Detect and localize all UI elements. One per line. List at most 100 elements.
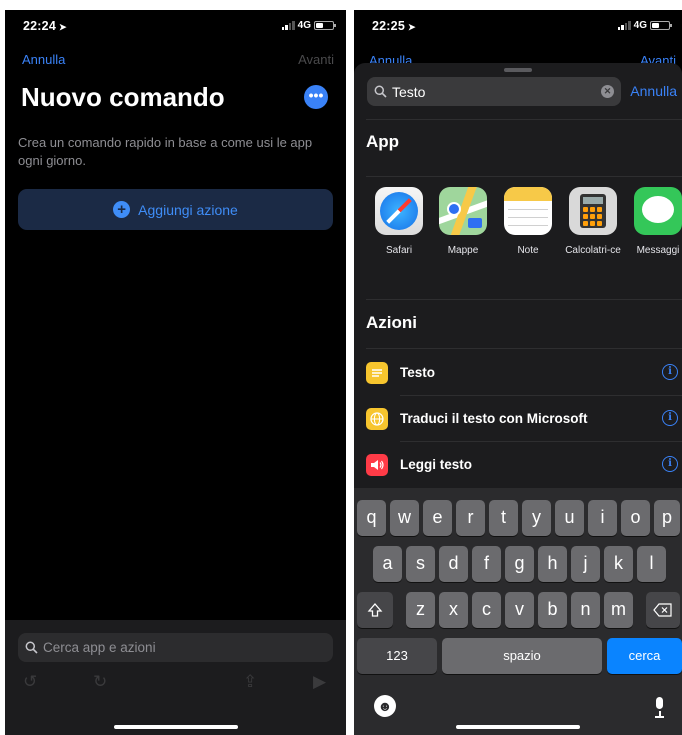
key-p[interactable]: p <box>654 500 680 536</box>
microphone-icon[interactable] <box>654 697 664 718</box>
app-label: Note <box>517 245 539 256</box>
app-maps[interactable]: Mappe <box>433 187 493 257</box>
apps-section-title: App <box>366 132 400 151</box>
next-button[interactable]: Avanti <box>298 52 334 67</box>
key-a[interactable]: a <box>373 546 402 582</box>
search-key[interactable]: cerca <box>607 638 682 674</box>
key-r[interactable]: r <box>456 500 485 536</box>
status-bar: 22:24 ➤ 4G <box>5 10 346 46</box>
cellular-signal-icon <box>281 21 295 30</box>
space-key[interactable]: spazio <box>442 638 602 674</box>
key-o[interactable]: o <box>621 500 650 536</box>
sheet-grabber[interactable] <box>504 68 532 72</box>
info-icon[interactable]: i <box>662 456 678 472</box>
apps-row: Safari Mappe Note Calcolatri-ce Messaggi <box>354 187 682 287</box>
status-time: 22:25 <box>372 19 405 33</box>
network-type: 4G <box>633 20 647 31</box>
action-row-translate[interactable]: Traduci il testo con Microsoft i <box>354 396 682 442</box>
cancel-button[interactable]: Annulla <box>22 52 65 67</box>
key-t[interactable]: t <box>489 500 518 536</box>
cancel-search-button[interactable]: Annulla <box>630 83 677 99</box>
undo-icon[interactable]: ↺ <box>23 672 37 692</box>
key-k[interactable]: k <box>604 546 633 582</box>
divider <box>366 176 682 177</box>
app-label: Safari <box>385 245 413 256</box>
key-s[interactable]: s <box>406 546 435 582</box>
key-n[interactable]: n <box>571 592 600 628</box>
more-options-button[interactable]: ••• <box>304 85 328 109</box>
key-v[interactable]: v <box>505 592 534 628</box>
action-row-text[interactable]: Testo i <box>354 350 682 396</box>
numbers-key[interactable]: 123 <box>357 638 437 674</box>
key-z[interactable]: z <box>406 592 435 628</box>
action-label: Testo <box>400 365 436 380</box>
shift-icon <box>367 603 383 617</box>
key-l[interactable]: l <box>637 546 666 582</box>
search-input[interactable]: Testo ✕ <box>367 77 621 106</box>
key-m[interactable]: m <box>604 592 633 628</box>
action-label: Traduci il testo con Microsoft <box>400 411 588 426</box>
key-e[interactable]: e <box>423 500 452 536</box>
network-type: 4G <box>297 20 311 31</box>
app-safari[interactable]: Safari <box>369 187 429 257</box>
actions-section-title: Azioni <box>366 313 417 332</box>
play-icon[interactable]: ▶ <box>313 672 326 692</box>
action-row-speak-text[interactable]: Leggi testo i <box>354 442 682 488</box>
cellular-signal-icon <box>617 21 631 30</box>
location-arrow-icon: ➤ <box>407 22 416 32</box>
editor-toolbar: ↺ ↻ ⇪ ▶ <box>5 670 346 700</box>
status-bar: 22:25 ➤ 4G <box>354 10 682 46</box>
search-apps-actions-input[interactable]: Cerca app e azioni <box>18 633 333 662</box>
key-q[interactable]: q <box>357 500 386 536</box>
key-f[interactable]: f <box>472 546 501 582</box>
new-shortcut-screen: 22:24 ➤ 4G Annulla Avanti Nuovo comando •… <box>5 10 346 735</box>
keyboard: q w e r t y u i o p a s d f g h j k l z … <box>354 488 682 735</box>
battery-icon <box>650 21 672 30</box>
messages-icon <box>634 187 682 235</box>
share-icon[interactable]: ⇪ <box>243 672 257 692</box>
clear-search-icon[interactable]: ✕ <box>601 85 614 98</box>
app-calculator[interactable]: Calcolatri-ce <box>563 187 623 257</box>
divider <box>366 348 682 349</box>
delete-key[interactable] <box>646 592 680 628</box>
emoji-icon[interactable]: ☻ <box>374 695 396 717</box>
search-icon <box>25 641 38 654</box>
safari-icon <box>375 187 423 235</box>
app-label: Calcolatri-ce <box>565 245 621 256</box>
action-label: Leggi testo <box>400 457 473 472</box>
search-icon <box>374 85 387 98</box>
key-g[interactable]: g <box>505 546 534 582</box>
key-w[interactable]: w <box>390 500 419 536</box>
key-u[interactable]: u <box>555 500 584 536</box>
divider <box>366 119 682 120</box>
search-placeholder: Cerca app e azioni <box>43 640 156 655</box>
calculator-icon <box>569 187 617 235</box>
app-notes[interactable]: Note <box>498 187 558 257</box>
add-action-button[interactable]: + Aggiungi azione <box>18 189 333 230</box>
page-title: Nuovo comando <box>21 82 225 112</box>
key-b[interactable]: b <box>538 592 567 628</box>
action-search-screen: 22:25 ➤ 4G Annulla Avanti Testo ✕ Annulla… <box>354 10 682 735</box>
backspace-icon <box>653 603 672 617</box>
app-label: Mappe <box>447 245 479 256</box>
app-messages[interactable]: Messaggi <box>628 187 682 257</box>
speaker-icon <box>366 454 388 476</box>
key-d[interactable]: d <box>439 546 468 582</box>
key-i[interactable]: i <box>588 500 617 536</box>
text-icon <box>366 362 388 384</box>
divider <box>366 299 682 300</box>
search-value: Testo <box>392 83 426 100</box>
redo-icon[interactable]: ↻ <box>93 672 107 692</box>
key-j[interactable]: j <box>571 546 600 582</box>
key-y[interactable]: y <box>522 500 551 536</box>
key-x[interactable]: x <box>439 592 468 628</box>
add-action-label: Aggiungi azione <box>138 201 238 218</box>
shift-key[interactable] <box>357 592 393 628</box>
description-text: Crea un comando rapido in base a come us… <box>18 135 313 168</box>
plus-circle-icon: + <box>113 201 131 218</box>
key-c[interactable]: c <box>472 592 501 628</box>
info-icon[interactable]: i <box>662 410 678 426</box>
location-arrow-icon: ➤ <box>58 22 67 32</box>
key-h[interactable]: h <box>538 546 567 582</box>
info-icon[interactable]: i <box>662 364 678 380</box>
